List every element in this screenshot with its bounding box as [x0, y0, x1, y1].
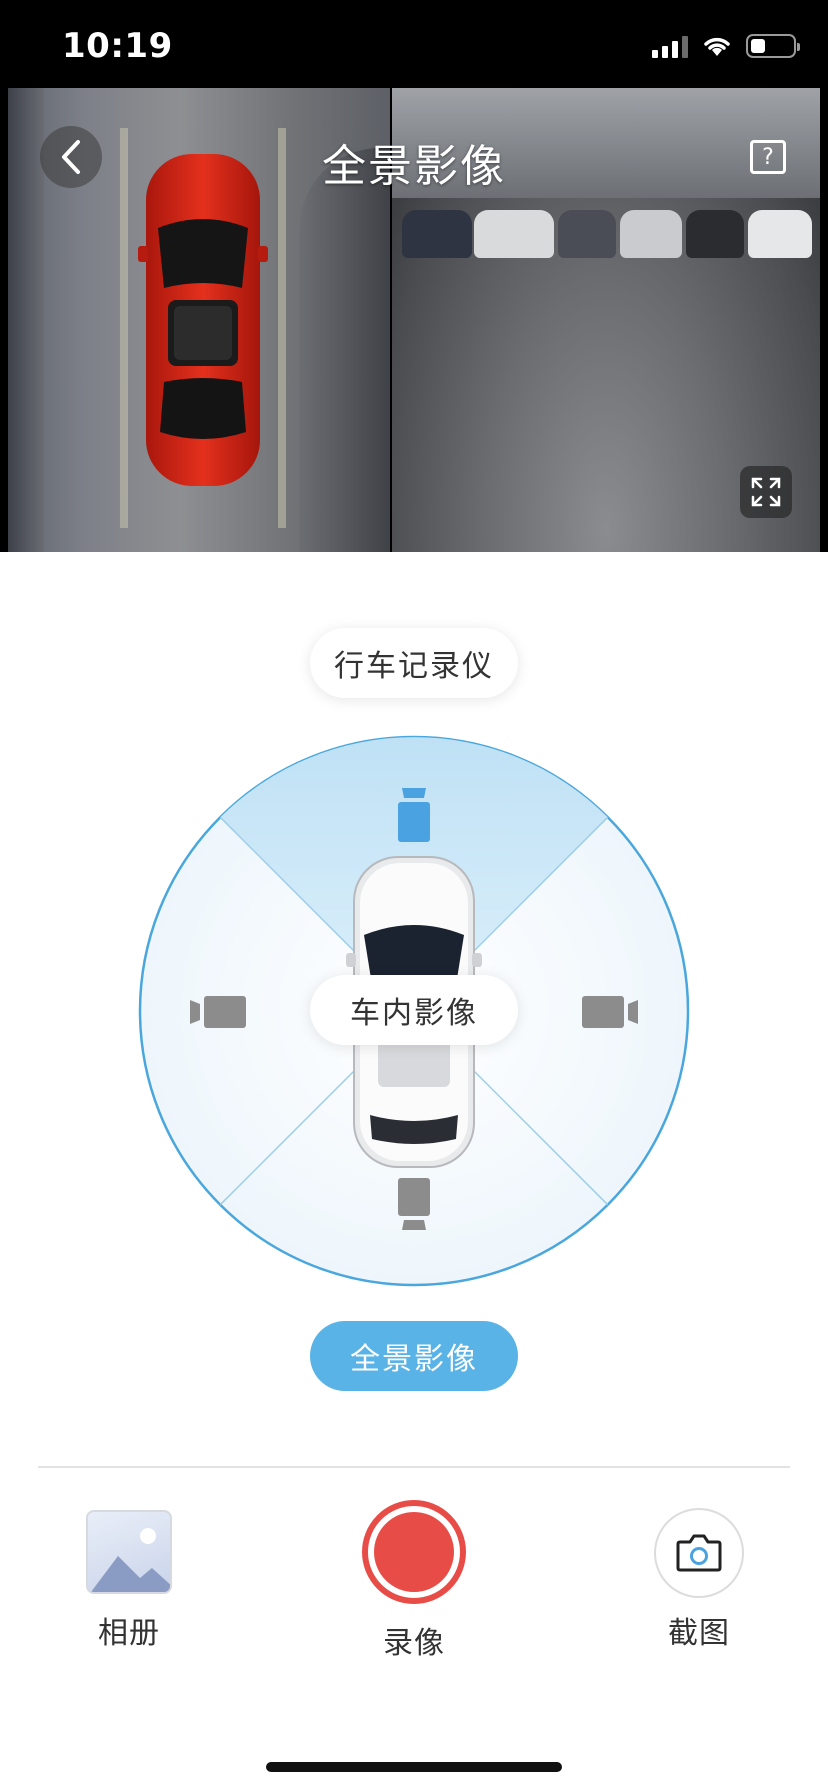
right-camera-icon[interactable]	[580, 994, 638, 1030]
status-bar: 10:19	[0, 0, 828, 88]
panorama-mode-button[interactable]: 全景影像	[310, 1321, 518, 1391]
record-icon	[362, 1500, 466, 1604]
record-button[interactable]: 录像	[358, 1500, 470, 1662]
screenshot-label: 截图	[668, 1616, 730, 1651]
record-label: 录像	[383, 1626, 445, 1661]
camera-feed[interactable]: 全景影像 ?	[0, 88, 828, 552]
fullscreen-button[interactable]	[740, 466, 792, 518]
album-label: 相册	[98, 1616, 160, 1651]
rear-camera-icon[interactable]	[396, 1176, 432, 1232]
interior-mode-button[interactable]: 车内影像	[310, 975, 518, 1045]
image-icon	[86, 1510, 172, 1594]
cellular-signal-icon	[652, 34, 688, 58]
camera-icon	[654, 1508, 744, 1598]
status-time: 10:19	[62, 26, 173, 66]
front-camera-icon[interactable]	[396, 788, 432, 844]
wifi-icon	[704, 37, 730, 56]
home-indicator[interactable]	[266, 1762, 562, 1772]
battery-icon	[746, 34, 800, 58]
dashcam-mode-button[interactable]: 行车记录仪	[310, 628, 518, 698]
status-icons	[652, 34, 800, 58]
screenshot-button[interactable]: 截图	[652, 1508, 746, 1652]
help-button[interactable]: ?	[750, 140, 786, 174]
toolbar-divider	[38, 1466, 790, 1468]
page-title: 全景影像	[322, 141, 506, 192]
red-car-image	[138, 154, 268, 486]
expand-icon	[751, 477, 781, 507]
album-button[interactable]: 相册	[84, 1510, 174, 1652]
left-camera-icon[interactable]	[190, 994, 248, 1030]
question-icon: ?	[762, 144, 774, 170]
